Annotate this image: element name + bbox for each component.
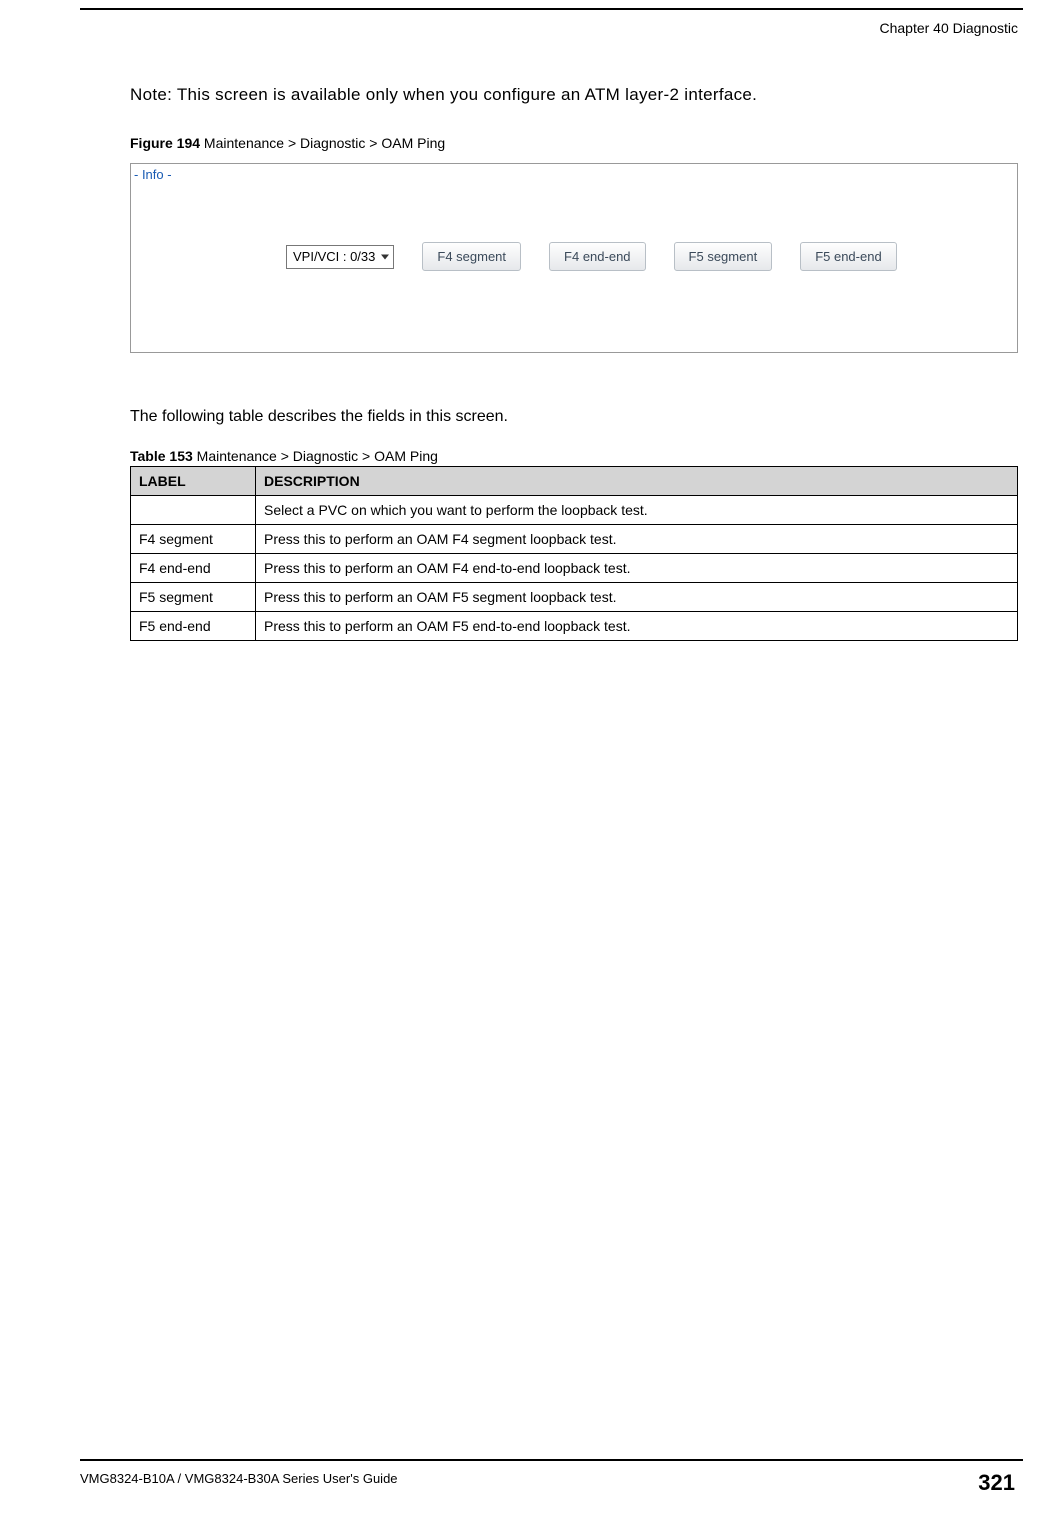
table-row: Select a PVC on which you want to perfor… [131,496,1018,525]
row-label: F5 segment [131,583,256,612]
figure-title: Maintenance > Diagnostic > OAM Ping [200,135,445,151]
table-row: F4 segment Press this to perform an OAM … [131,525,1018,554]
f5-segment-button[interactable]: F5 segment [674,242,773,271]
row-description: Press this to perform an OAM F4 segment … [256,525,1018,554]
row-label: F5 end-end [131,612,256,641]
table-row: F5 end-end Press this to perform an OAM … [131,612,1018,641]
note-text: Note: This screen is available only when… [130,85,1018,105]
table-title: Maintenance > Diagnostic > OAM Ping [193,448,438,464]
header-label: LABEL [131,467,256,496]
figure-caption: Figure 194 Maintenance > Diagnostic > OA… [130,135,1018,151]
page-content: Note: This screen is available only when… [130,85,1018,641]
vpi-vci-select[interactable]: VPI/VCI : 0/33 [286,245,394,269]
table-caption: Table 153 Maintenance > Diagnostic > OAM… [130,448,1018,464]
row-description: Select a PVC on which you want to perfor… [256,496,1018,525]
row-label: F4 end-end [131,554,256,583]
row-description: Press this to perform an OAM F5 end-to-e… [256,612,1018,641]
table-header-row: LABEL DESCRIPTION [131,467,1018,496]
description-table: LABEL DESCRIPTION Select a PVC on which … [130,466,1018,641]
page-number: 321 [978,1470,1015,1496]
row-label: F4 segment [131,525,256,554]
row-label [131,496,256,525]
f4-end-end-button[interactable]: F4 end-end [549,242,646,271]
footer-divider [80,1459,1023,1461]
table-intro-text: The following table describes the fields… [130,408,1018,426]
vpi-vci-value: VPI/VCI : 0/33 [293,249,375,264]
f4-segment-button[interactable]: F4 segment [422,242,521,271]
row-description: Press this to perform an OAM F4 end-to-e… [256,554,1018,583]
figure-number: Figure 194 [130,135,200,151]
f5-end-end-button[interactable]: F5 end-end [800,242,897,271]
table-row: F5 segment Press this to perform an OAM … [131,583,1018,612]
table-row: F4 end-end Press this to perform an OAM … [131,554,1018,583]
top-divider [80,8,1023,10]
figure-frame: - Info - VPI/VCI : 0/33 F4 segment F4 en… [130,163,1018,353]
table-number: Table 153 [130,448,193,464]
row-description: Press this to perform an OAM F5 segment … [256,583,1018,612]
figure-controls: VPI/VCI : 0/33 F4 segment F4 end-end F5 … [286,242,1007,271]
info-label: - Info - [134,167,172,182]
header-description: DESCRIPTION [256,467,1018,496]
footer-guide-name: VMG8324-B10A / VMG8324-B30A Series User'… [80,1471,398,1486]
chapter-header: Chapter 40 Diagnostic [879,20,1018,36]
